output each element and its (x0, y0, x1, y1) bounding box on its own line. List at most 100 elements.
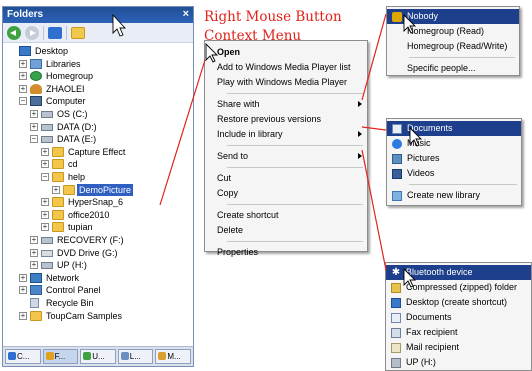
go-up-button[interactable] (48, 26, 62, 39)
tree-node-zhaolei[interactable]: + ZHAOLEI (6, 83, 191, 95)
collapse-icon[interactable]: − (41, 173, 49, 181)
tree-node-cd[interactable]: + cd (6, 158, 191, 170)
submenu-arrow-icon (358, 101, 362, 107)
submenu-item-homegroup-read[interactable]: Homegroup (Read) (387, 24, 519, 39)
tree-node-recovery[interactable]: + RECOVERY (F:) (6, 234, 191, 246)
menu-item-copy[interactable]: Copy (205, 186, 367, 201)
collapse-icon[interactable]: − (30, 135, 38, 144)
network-icon (30, 272, 42, 283)
submenu-item-compressed-zipped-folder[interactable]: Compressed (zipped) folder (386, 280, 531, 295)
expand-icon[interactable]: + (30, 110, 38, 118)
expand-icon[interactable]: + (19, 59, 27, 68)
menu-item-cut[interactable]: Cut (205, 171, 367, 186)
taskbar-button[interactable]: L... (117, 349, 154, 364)
submenu-item-desktop-create-shortcut[interactable]: Desktop (create shortcut) (386, 295, 531, 310)
folder-icon (52, 209, 64, 220)
share-with-submenu: Nobody Homegroup (Read) Homegroup (Read/Wr… (386, 6, 520, 76)
expand-icon[interactable]: + (19, 311, 27, 320)
close-icon[interactable]: × (183, 8, 189, 20)
tree-node-office[interactable]: + office2010 (6, 209, 191, 221)
submenu-item-music[interactable]: Music (387, 136, 521, 151)
collapse-icon[interactable]: − (19, 97, 27, 106)
submenu-item-up-h[interactable]: UP (H:) (386, 355, 531, 370)
tree-node-network[interactable]: + Network (6, 272, 191, 284)
submenu-item-homegroup-read-write[interactable]: Homegroup (Read/Write) (387, 39, 519, 54)
menu-item-share-with[interactable]: Share with (205, 97, 367, 112)
tree-node-data-d[interactable]: + DATA (D:) (6, 121, 191, 133)
tree-node-tupian[interactable]: + tupian (6, 221, 191, 233)
expand-icon[interactable]: + (30, 248, 38, 257)
tree-node-data-e[interactable]: − DATA (E:) (6, 133, 191, 145)
new-library-icon (392, 191, 402, 201)
expand-icon[interactable]: + (41, 210, 49, 219)
annotation-line-1: Right Mouse Button (204, 9, 342, 25)
submenu-item-documents[interactable]: Documents (387, 121, 521, 136)
expand-icon[interactable]: + (30, 261, 38, 270)
submenu-item-specific-people[interactable]: Specific people... (387, 61, 519, 76)
submenu-item-create-new-library[interactable]: Create new library (387, 188, 521, 203)
expand-icon[interactable]: + (52, 185, 60, 194)
tree-node-dvd[interactable]: + DVD Drive (G:) (6, 247, 191, 259)
user-folder-icon (30, 83, 42, 94)
new-folder-button[interactable] (71, 26, 85, 39)
expand-icon[interactable]: + (41, 147, 49, 156)
menu-item-play-with-windows-media-player[interactable]: Play with Windows Media Player (205, 75, 367, 90)
tree-node-toupcam[interactable]: + ToupCam Samples (6, 310, 191, 322)
tree-node-hypersnap[interactable]: + HyperSnap_6 (6, 196, 191, 208)
submenu-item-fax-recipient[interactable]: Fax recipient (386, 325, 531, 340)
expand-icon[interactable]: + (30, 122, 38, 131)
tree-node-controlpanel[interactable]: + Control Panel (6, 284, 191, 296)
tree-node-libraries[interactable]: + Libraries (6, 58, 191, 70)
expand-icon[interactable]: + (19, 72, 27, 81)
tree-node-recyclebin[interactable]: Recycle Bin (6, 297, 191, 309)
tree-node-capture[interactable]: + Capture Effect (6, 146, 191, 158)
taskbar-button[interactable]: C... (5, 349, 41, 364)
tree-node-label: ToupCam Samples (46, 310, 123, 321)
submenu-item-mail-recipient[interactable]: Mail recipient (386, 340, 531, 355)
tree-node-demopicture[interactable]: + DemoPicture (6, 183, 191, 196)
expand-icon[interactable]: + (41, 198, 49, 207)
toolbar-divider (43, 25, 44, 40)
expand-icon[interactable]: + (41, 223, 49, 232)
expand-icon[interactable]: + (19, 286, 27, 295)
pictures-icon (392, 154, 402, 164)
expand-icon[interactable]: + (19, 273, 27, 282)
menu-item-restore-previous-versions[interactable]: Restore previous versions (205, 112, 367, 127)
tree-node-desktop[interactable]: Desktop (6, 45, 191, 57)
back-button[interactable] (7, 25, 21, 40)
submenu-item-label: Mail recipient (406, 342, 460, 352)
menu-item-create-shortcut[interactable]: Create shortcut (205, 208, 367, 223)
taskbar-button[interactable]: F... (42, 349, 79, 364)
menu-item-open[interactable]: Open (205, 45, 367, 60)
menu-item-add-to-windows-media-player-list[interactable]: Add to Windows Media Player list (205, 60, 367, 75)
expand-icon[interactable]: + (41, 160, 49, 169)
menu-item-properties[interactable]: Properties (205, 245, 367, 260)
tree-node-help[interactable]: − help (6, 171, 191, 183)
menu-item-send-to[interactable]: Send to (205, 149, 367, 164)
submenu-item-label: Homegroup (Read/Write) (407, 41, 508, 51)
context-menu: Open Add to Windows Media Player list Play… (204, 40, 368, 257)
menu-item-include-in-library[interactable]: Include in library (205, 127, 367, 142)
taskbar-label: C... (17, 352, 30, 361)
submenu-item-videos[interactable]: Videos (387, 166, 521, 181)
submenu-item-label: Music (407, 138, 431, 148)
tree-node-computer[interactable]: − Computer (6, 95, 191, 107)
expand-icon[interactable]: + (30, 236, 38, 244)
forward-button[interactable] (25, 25, 39, 40)
expand-icon[interactable]: + (19, 84, 27, 93)
taskbar-button[interactable]: U... (80, 349, 116, 364)
tree-node-os[interactable]: + OS (C:) (6, 108, 191, 120)
submenu-item-documents[interactable]: Documents (386, 310, 531, 325)
submenu-item-bluetooth-device[interactable]: ✱ Bluetooth device (386, 265, 531, 280)
tree-node-homegroup[interactable]: + Homegroup (6, 70, 191, 82)
folders-title: Folders (7, 9, 44, 20)
drive-icon (41, 111, 53, 118)
menu-item-delete[interactable]: Delete (205, 223, 367, 238)
folder-icon (63, 184, 75, 195)
submenu-item-nobody[interactable]: Nobody (387, 9, 519, 24)
tree-node-up[interactable]: + UP (H:) (6, 259, 191, 271)
taskbar-button[interactable]: M... (155, 349, 191, 364)
taskbar-label: M... (167, 352, 181, 361)
submenu-item-pictures[interactable]: Pictures (387, 151, 521, 166)
tree-node-label: Desktop (35, 46, 69, 56)
